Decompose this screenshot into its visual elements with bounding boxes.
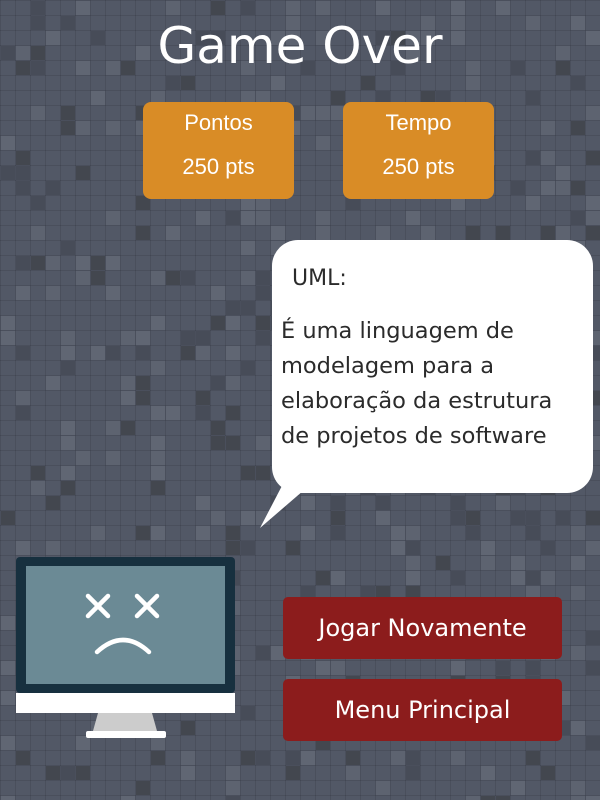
bubble-line: É uma linguagem de [281, 318, 514, 344]
bubble-line: de projetos de software [281, 423, 547, 449]
main-menu-button[interactable]: Menu Principal [283, 679, 562, 741]
speech-bubble: UML: É uma linguagem de modelagem para a… [272, 240, 593, 493]
play-again-button[interactable]: Jogar Novamente [283, 597, 562, 659]
bubble-heading: UML: [292, 266, 347, 291]
bubble-line: modelagem para a [281, 353, 495, 379]
bubble-line: elaboração da estrutura [281, 388, 553, 414]
bubble-text: É uma linguagem de modelagem para a elab… [281, 314, 593, 454]
sad-computer-icon [16, 557, 235, 738]
